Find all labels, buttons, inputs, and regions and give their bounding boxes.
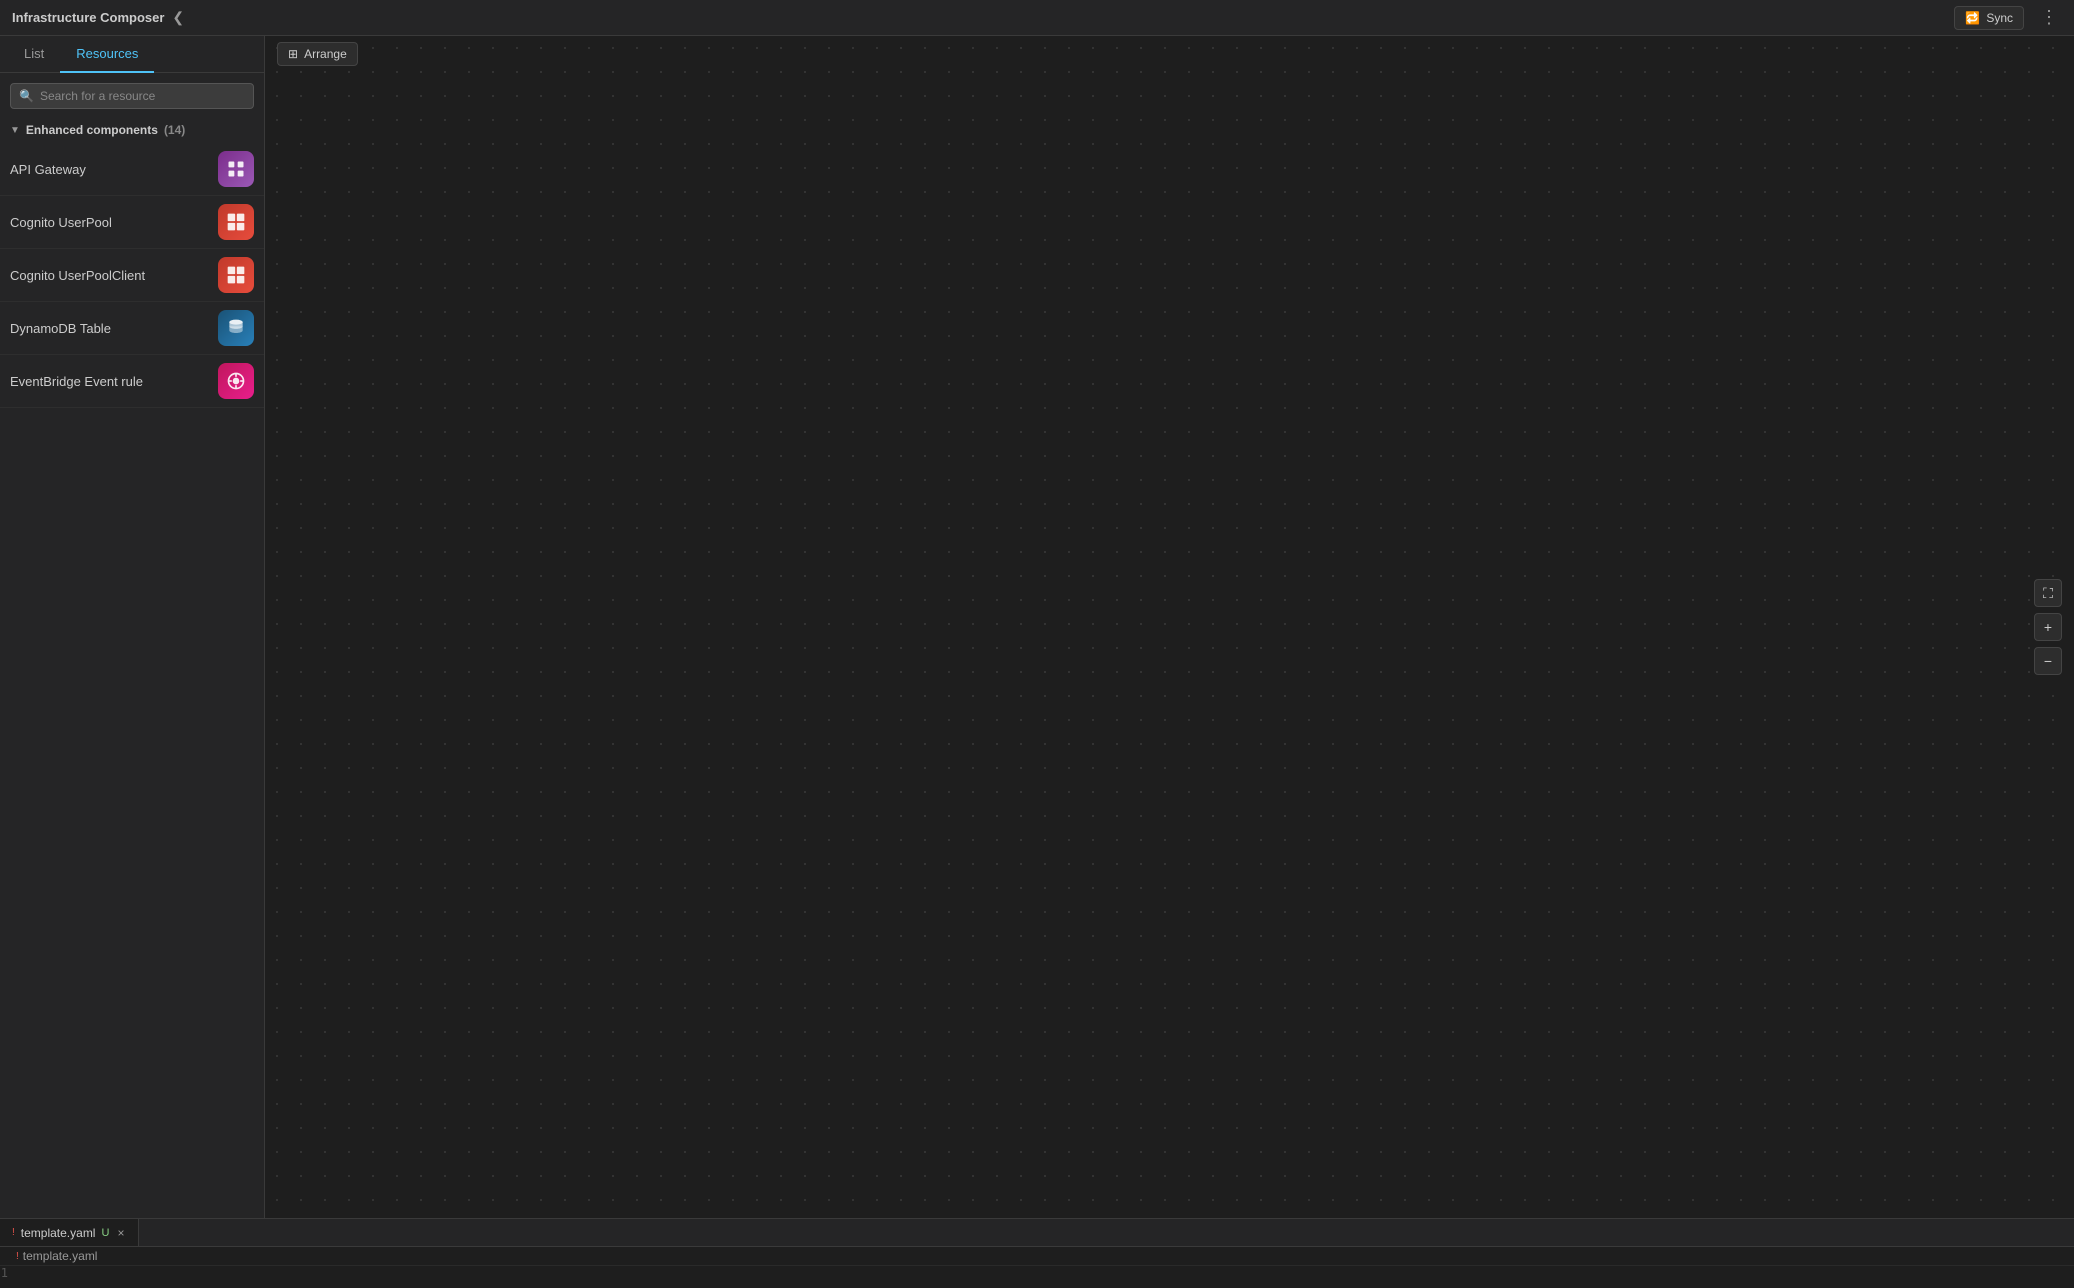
tab-filename: template.yaml (21, 1226, 96, 1240)
resource-name: API Gateway (10, 162, 86, 177)
resource-list: API Gateway Cognito UserPool (0, 143, 264, 1218)
section-label: Enhanced components (26, 123, 158, 137)
main-layout: List Resources 🔍 ▼ Enhanced components (… (0, 36, 2074, 1218)
resource-name: Cognito UserPoolClient (10, 268, 145, 283)
enhanced-components-section-header[interactable]: ▼ Enhanced components (14) (0, 119, 264, 143)
top-bar-right: 🔁 Sync ⋮ (1954, 5, 2062, 30)
breadcrumb-error-icon: ! (16, 1251, 19, 1262)
cognito-userpool-icon (218, 204, 254, 240)
canvas-toolbar: ⊞ Arrange (265, 36, 2074, 72)
arrange-button[interactable]: ⊞ Arrange (277, 42, 358, 66)
sync-button[interactable]: 🔁 Sync (1954, 6, 2024, 30)
sync-icon: 🔁 (1965, 11, 1980, 25)
search-icon: 🔍 (19, 89, 34, 103)
cognito-userpoolclient-icon (218, 257, 254, 293)
sidebar-tabs: List Resources (0, 36, 264, 73)
top-bar: Infrastructure Composer ❮ 🔁 Sync ⋮ (0, 0, 2074, 36)
search-input[interactable] (40, 89, 245, 103)
resource-name: EventBridge Event rule (10, 374, 143, 389)
canvas-grid (265, 36, 2074, 1218)
list-item[interactable]: Cognito UserPoolClient (0, 249, 264, 302)
tab-close-button[interactable]: × (115, 1226, 126, 1240)
chevron-down-icon: ▼ (10, 125, 20, 136)
error-indicator: ! (12, 1227, 15, 1238)
expand-icon: ⛶ (2043, 585, 2053, 602)
list-item[interactable]: EventBridge Event rule (0, 355, 264, 408)
eventbridge-icon (218, 363, 254, 399)
zoom-out-button[interactable]: − (2034, 647, 2062, 675)
arrange-icon: ⊞ (288, 47, 298, 61)
editor-area: ! template.yaml U × ! template.yaml 1 (0, 1218, 2074, 1288)
editor-line-area: 1 (0, 1266, 2074, 1280)
top-bar-left: Infrastructure Composer ❮ (12, 9, 184, 26)
arrange-label: Arrange (304, 47, 347, 61)
dynamodb-icon (218, 310, 254, 346)
editor-breadcrumb: ! template.yaml (0, 1247, 2074, 1266)
list-item[interactable]: Cognito UserPool (0, 196, 264, 249)
search-container: 🔍 (0, 73, 264, 119)
resource-name: Cognito UserPool (10, 215, 112, 230)
expand-canvas-button[interactable]: ⛶ (2034, 579, 2062, 607)
api-gateway-icon (218, 151, 254, 187)
more-options-icon[interactable]: ⋮ (2036, 5, 2062, 30)
sync-label: Sync (1986, 11, 2013, 25)
tab-list[interactable]: List (8, 36, 60, 73)
editor-tab-bar: ! template.yaml U × (0, 1219, 2074, 1247)
app-title: Infrastructure Composer (12, 10, 164, 25)
canvas-controls: ⛶ + − (2034, 579, 2062, 675)
search-box: 🔍 (10, 83, 254, 109)
list-item[interactable]: DynamoDB Table (0, 302, 264, 355)
section-count: (14) (164, 123, 185, 137)
canvas-area: ⊞ Arrange ⛶ + − (265, 36, 2074, 1218)
zoom-in-icon: + (2044, 619, 2052, 635)
list-item[interactable]: API Gateway (0, 143, 264, 196)
editor-tab-template-yaml[interactable]: ! template.yaml U × (0, 1219, 139, 1246)
line-number: 1 (0, 1266, 24, 1280)
breadcrumb-filename: template.yaml (23, 1249, 98, 1263)
tab-modified-indicator: U (101, 1227, 109, 1239)
tab-resources[interactable]: Resources (60, 36, 154, 73)
sidebar: List Resources 🔍 ▼ Enhanced components (… (0, 36, 265, 1218)
collapse-sidebar-icon[interactable]: ❮ (172, 9, 184, 26)
zoom-out-icon: − (2044, 653, 2052, 669)
zoom-in-button[interactable]: + (2034, 613, 2062, 641)
resource-name: DynamoDB Table (10, 321, 111, 336)
